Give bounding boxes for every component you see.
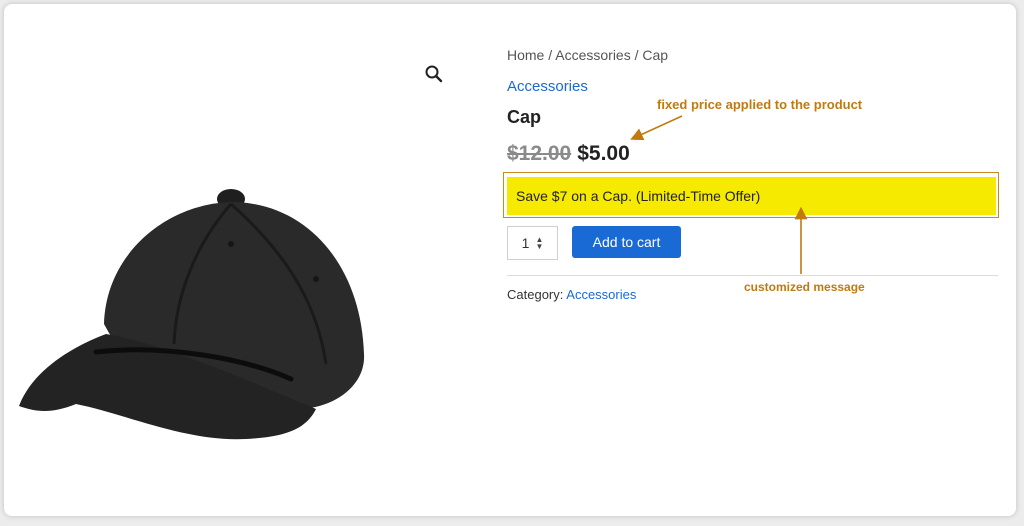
quantity-stepper[interactable]: 1 ▲ ▼ (507, 226, 558, 260)
offer-message: Save $7 on a Cap. (Limited-Time Offer) (507, 177, 996, 215)
search-icon[interactable] (424, 64, 444, 84)
annotation-price: fixed price applied to the product (657, 97, 863, 112)
category-meta-link[interactable]: Accessories (566, 287, 636, 302)
product-category-link[interactable]: Accessories (507, 78, 588, 95)
original-price: $12.00 (507, 142, 572, 165)
stepper-arrows-icon[interactable]: ▲ ▼ (535, 236, 543, 251)
cap-vent (313, 276, 319, 282)
annotation-message: customized message (744, 280, 865, 294)
category-label: Category: (507, 287, 564, 302)
product-title: Cap (507, 107, 542, 127)
add-to-cart-button[interactable]: Add to cart (572, 226, 681, 258)
price-row: $12.00 $5.00 (507, 142, 630, 166)
product-meta-category: Category: Accessories (507, 287, 636, 302)
breadcrumb[interactable]: Home / Accessories / Cap (507, 47, 668, 63)
sale-price: $5.00 (577, 142, 630, 165)
quantity-value[interactable]: 1 (522, 235, 530, 251)
product-image[interactable] (16, 184, 372, 444)
cap-vent (228, 241, 234, 247)
divider (507, 275, 998, 276)
